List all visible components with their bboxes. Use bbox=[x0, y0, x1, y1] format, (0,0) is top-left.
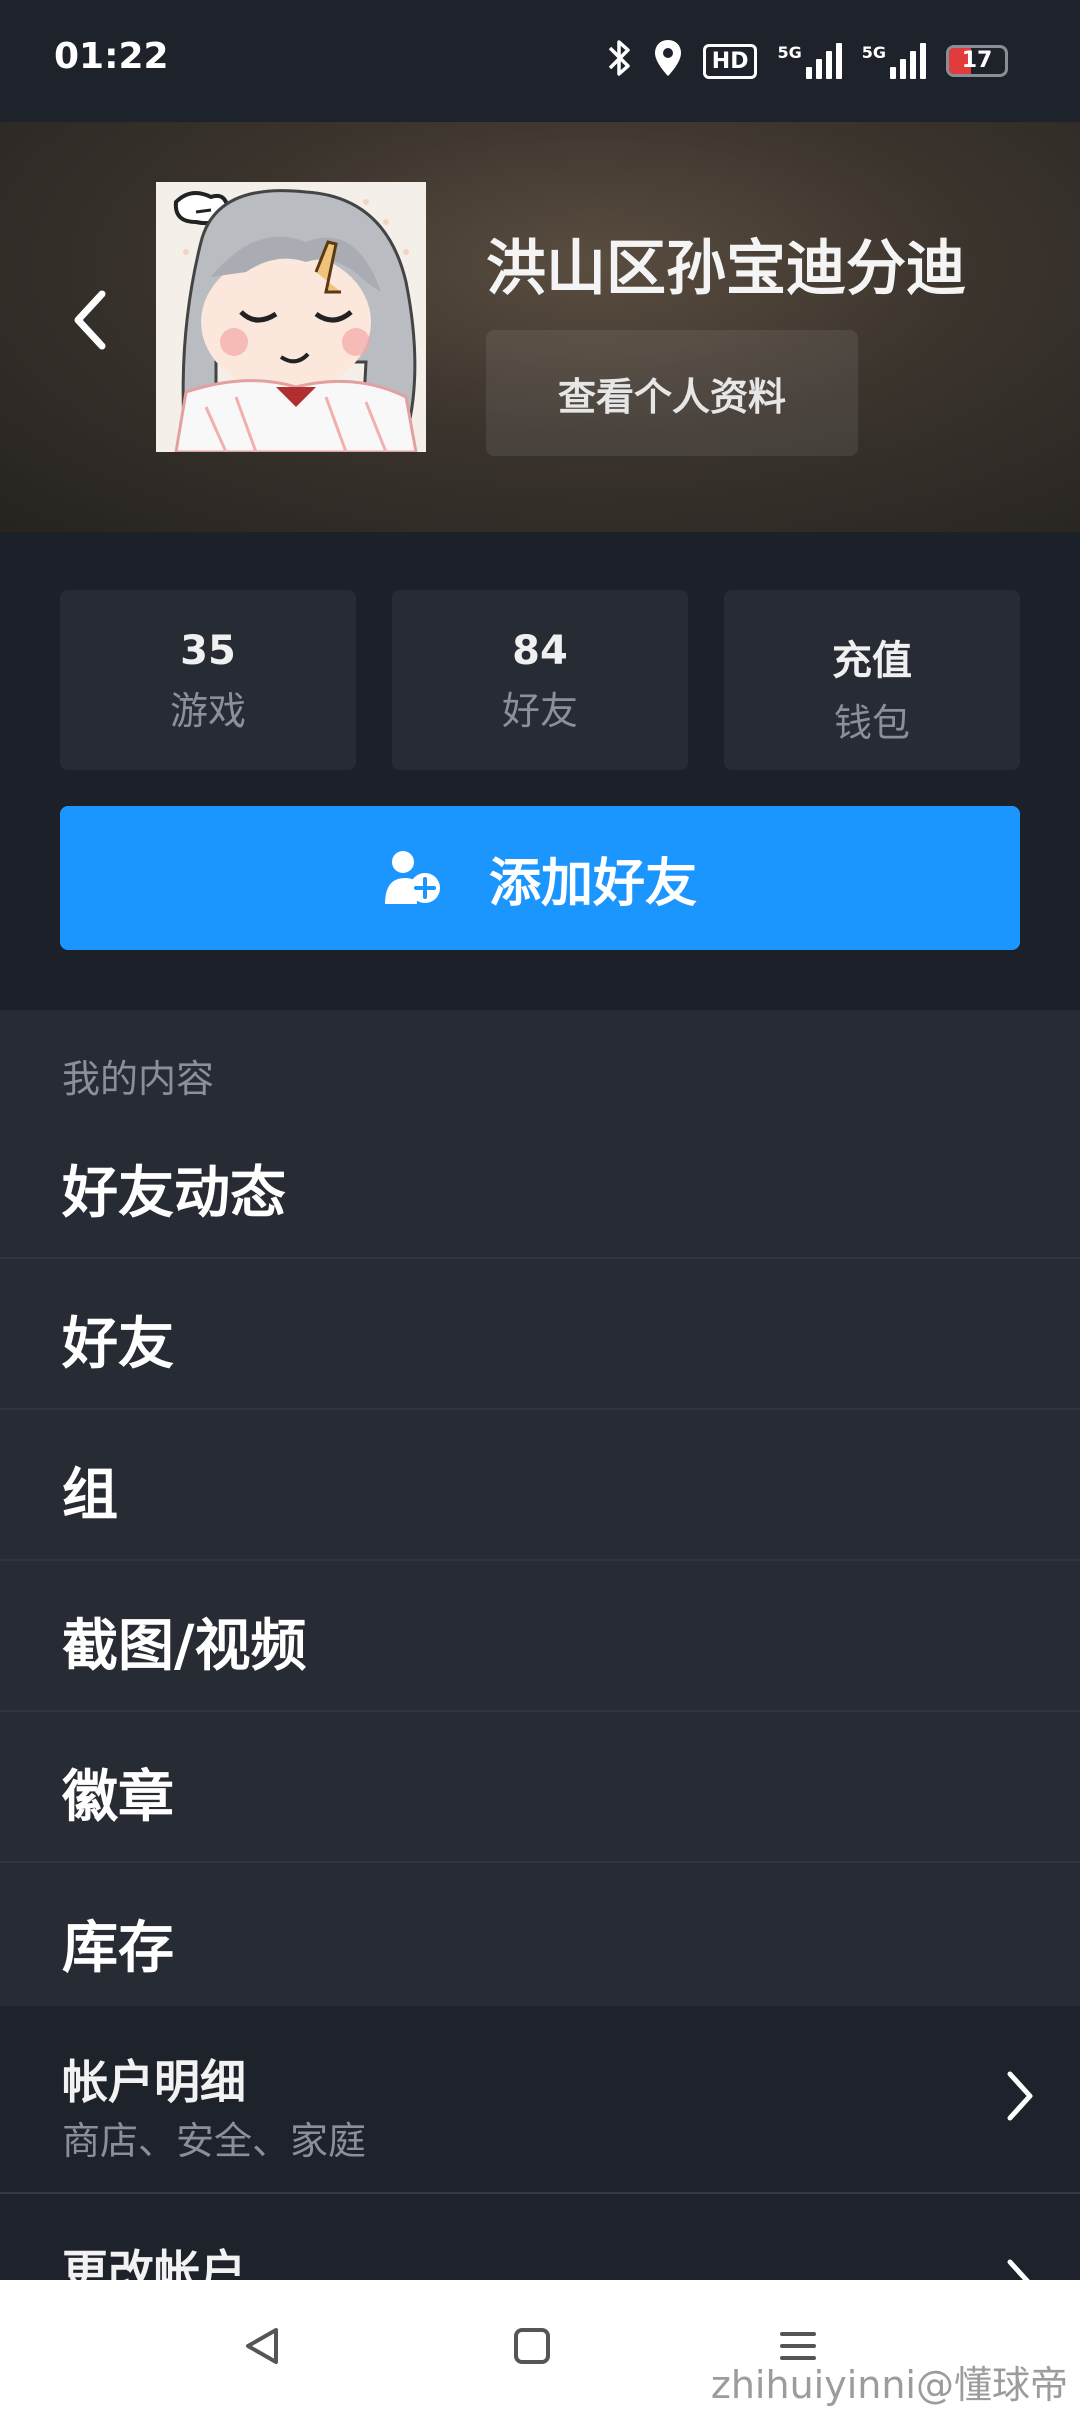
stats-area: 35 游戏 84 好友 充值 钱包 添加好友 bbox=[0, 532, 1080, 1010]
battery-level: 17 bbox=[961, 48, 993, 73]
menu-item-friends[interactable]: 好友 bbox=[0, 1259, 1080, 1410]
menu-item-label: 截图/视频 bbox=[62, 1614, 307, 1679]
hd-voice-icon: HD bbox=[702, 43, 758, 79]
battery-icon: 17 bbox=[946, 45, 1008, 77]
change-account-title: 更改帐户 bbox=[62, 2245, 246, 2280]
square-home-icon bbox=[514, 2328, 550, 2364]
watermark-text: zhihuiyinni@懂球帝 bbox=[710, 2363, 1068, 2407]
account-details-row[interactable]: 帐户明细 商店、安全、家庭 bbox=[0, 2006, 1080, 2192]
stat-friends-value: 84 bbox=[512, 628, 568, 674]
back-button[interactable] bbox=[60, 280, 120, 360]
stat-wallet-value: 充值 bbox=[832, 638, 912, 684]
status-time: 01:22 bbox=[54, 36, 169, 77]
change-account-row[interactable]: 更改帐户 bbox=[0, 2194, 1080, 2280]
account-details-title: 帐户明细 bbox=[62, 2055, 246, 2109]
add-user-icon bbox=[384, 851, 440, 904]
menu-item-screenshots[interactable]: 截图/视频 bbox=[0, 1561, 1080, 1712]
add-friend-button[interactable]: 添加好友 bbox=[60, 806, 1020, 950]
view-profile-button[interactable]: 查看个人资料 bbox=[486, 330, 858, 456]
add-friend-label: 添加好友 bbox=[488, 853, 697, 914]
stat-games[interactable]: 35 游戏 bbox=[60, 590, 356, 770]
status-icons: HD 5G 5G 17 bbox=[607, 38, 1008, 84]
stat-wallet-label: 钱包 bbox=[833, 701, 910, 745]
stat-games-label: 游戏 bbox=[169, 689, 246, 733]
my-content-section: 我的内容 好友动态 好友 组 截图/视频 徽章 库存 bbox=[0, 1010, 1080, 2006]
menu-item-label: 徽章 bbox=[62, 1765, 174, 1830]
avatar[interactable] bbox=[156, 182, 426, 452]
signal-sim1-icon: 5G bbox=[777, 43, 842, 79]
sim2-network-label: 5G bbox=[861, 43, 886, 62]
anime-avatar-image bbox=[156, 182, 426, 452]
system-navigation-bar: zhihuiyinni@懂球帝 bbox=[0, 2280, 1080, 2412]
status-bar: 01:22 HD 5G 5G 17 bbox=[0, 0, 1080, 122]
signal-sim2-icon: 5G bbox=[862, 43, 926, 79]
username: 洪山区孙宝迪分迪 bbox=[486, 234, 966, 304]
chevron-left-icon bbox=[74, 290, 106, 350]
location-icon bbox=[653, 38, 683, 84]
nav-home-button[interactable] bbox=[502, 2316, 562, 2376]
menu-item-label: 好友动态 bbox=[62, 1161, 286, 1226]
sim1-network-label: 5G bbox=[777, 43, 802, 62]
account-section: 帐户明细 商店、安全、家庭 更改帐户 bbox=[0, 2006, 1080, 2280]
chevron-right-icon bbox=[1007, 2071, 1033, 2121]
menu-item-badges[interactable]: 徽章 bbox=[0, 1712, 1080, 1863]
stat-games-value: 35 bbox=[180, 628, 236, 674]
menu-item-groups[interactable]: 组 bbox=[0, 1410, 1080, 1561]
nav-back-button[interactable] bbox=[232, 2316, 292, 2376]
menu-item-label: 库存 bbox=[62, 1916, 174, 1981]
menu-item-inventory[interactable]: 库存 bbox=[0, 1863, 1080, 2014]
section-title: 我的内容 bbox=[62, 1057, 215, 1101]
bluetooth-icon bbox=[607, 38, 633, 84]
stat-wallet[interactable]: 充值 钱包 bbox=[724, 590, 1020, 770]
triangle-back-icon bbox=[246, 2328, 278, 2364]
stat-friends-label: 好友 bbox=[501, 689, 578, 733]
profile-header: 洪山区孙宝迪分迪 查看个人资料 bbox=[0, 122, 1080, 532]
account-details-subtitle: 商店、安全、家庭 bbox=[62, 2119, 367, 2163]
stat-friends[interactable]: 84 好友 bbox=[392, 590, 688, 770]
chevron-right-icon bbox=[1007, 2259, 1030, 2280]
menu-item-label: 组 bbox=[62, 1463, 118, 1528]
menu-item-label: 好友 bbox=[62, 1312, 174, 1377]
menu-item-activity[interactable]: 好友动态 bbox=[0, 1108, 1080, 1259]
